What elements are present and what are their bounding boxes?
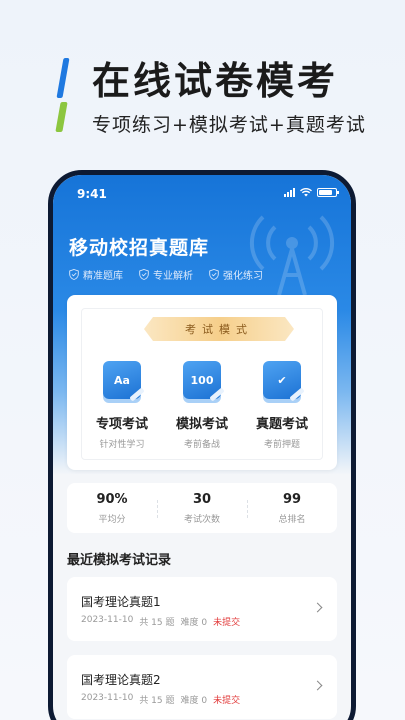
status-time: 9:41 <box>77 187 107 201</box>
blue-slash <box>56 58 70 98</box>
record-count: 共 15 题 <box>139 618 175 628</box>
record-status: 未提交 <box>213 618 241 628</box>
check-book-icon: ✔ <box>263 361 305 402</box>
mode-sub: 考前备战 <box>183 440 220 450</box>
stat-average-score: 90% 平均分 <box>67 492 157 525</box>
battery-icon <box>317 188 339 197</box>
mode-sub: 针对性学习 <box>99 440 145 450</box>
signal-icon <box>284 188 295 197</box>
pencil-icon <box>209 387 225 402</box>
record-date: 2023-11-10 <box>81 615 134 625</box>
shield-check-icon <box>139 269 149 280</box>
pencil-icon <box>289 387 305 402</box>
exam-mode-list: Aa 专项考试 针对性学习 100 模拟考试 考前备战 ✔ 真题考试 考前押题 <box>82 361 322 450</box>
phone-frame: 9:41 移动校招真题库 精准题库 专业解析 强化练习 考试模式 Aa 专项考试… <box>48 170 356 720</box>
feature-label: 精准题库 <box>83 271 123 282</box>
pencil-icon <box>129 387 145 402</box>
app-title: 移动校招真题库 <box>69 237 210 259</box>
signal-tower-icon <box>249 215 335 295</box>
green-slash <box>55 102 68 132</box>
stat-value: 30 <box>192 491 212 507</box>
record-meta: 2023-11-10 共 15 题 难度 0 未提交 <box>81 615 240 628</box>
mode-label: 专项考试 <box>95 417 148 432</box>
promo-title: 在线试卷模考 <box>92 59 339 103</box>
status-bar: 9:41 <box>53 175 351 209</box>
record-name: 国考理论真题1 <box>81 595 161 609</box>
stat-exam-count: 30 考试次数 <box>157 492 247 525</box>
record-item[interactable]: 国考理论真题2 2023-11-10 共 15 题 难度 0 未提交 <box>67 655 337 719</box>
record-count: 共 15 题 <box>139 696 175 706</box>
shield-check-icon <box>69 269 79 280</box>
feature-item: 强化练习 <box>209 267 263 282</box>
font-book-icon: Aa <box>103 361 145 402</box>
stat-label: 总排名 <box>278 514 306 525</box>
wifi-icon <box>300 188 312 197</box>
feature-label: 专业解析 <box>153 271 193 282</box>
mode-item-real[interactable]: ✔ 真题考试 考前押题 <box>242 361 322 450</box>
stat-total-rank: 99 总排名 <box>247 492 337 525</box>
exam-mode-frame: 考试模式 Aa 专项考试 针对性学习 100 模拟考试 考前备战 ✔ 真题考试 … <box>81 308 323 460</box>
record-name: 国考理论真题2 <box>81 673 161 687</box>
record-date: 2023-11-10 <box>81 693 134 703</box>
chevron-right-icon <box>312 602 323 613</box>
promo-subtitle: 专项练习+模拟考试+真题考试 <box>92 114 366 136</box>
mode-icon-text: Aa <box>114 373 130 387</box>
feature-list: 精准题库 专业解析 强化练习 <box>69 267 263 282</box>
feature-item: 专业解析 <box>139 267 193 282</box>
stats-card: 90% 平均分 30 考试次数 99 总排名 <box>67 483 337 533</box>
feature-label: 强化练习 <box>223 271 263 282</box>
mode-label: 模拟考试 <box>175 417 228 432</box>
stat-value: 99 <box>282 491 302 507</box>
record-status: 未提交 <box>213 696 241 706</box>
promo-slash-decoration <box>54 58 78 132</box>
record-difficulty: 难度 0 <box>180 696 208 706</box>
mode-icon-text: 100 <box>190 373 214 387</box>
score-book-icon: 100 <box>183 361 225 402</box>
stat-label: 平均分 <box>98 514 126 525</box>
shield-check-icon <box>209 269 219 280</box>
record-item[interactable]: 国考理论真题1 2023-11-10 共 15 题 难度 0 未提交 <box>67 577 337 641</box>
status-icons <box>284 188 339 197</box>
feature-item: 精准题库 <box>69 267 123 282</box>
chevron-right-icon <box>312 680 323 691</box>
exam-mode-banner: 考试模式 <box>144 317 294 341</box>
records-title: 最近模拟考试记录 <box>67 553 172 568</box>
stat-value: 90% <box>96 491 128 507</box>
record-difficulty: 难度 0 <box>180 618 208 628</box>
mode-item-mock[interactable]: 100 模拟考试 考前备战 <box>162 361 242 450</box>
exam-mode-card: 考试模式 Aa 专项考试 针对性学习 100 模拟考试 考前备战 ✔ 真题考试 … <box>67 295 337 470</box>
stat-label: 考试次数 <box>183 514 220 525</box>
mode-sub: 考前押题 <box>263 440 300 450</box>
mode-icon-text: ✔ <box>277 373 287 387</box>
record-meta: 2023-11-10 共 15 题 难度 0 未提交 <box>81 693 240 706</box>
mode-label: 真题考试 <box>255 417 308 432</box>
mode-item-special[interactable]: Aa 专项考试 针对性学习 <box>82 361 162 450</box>
